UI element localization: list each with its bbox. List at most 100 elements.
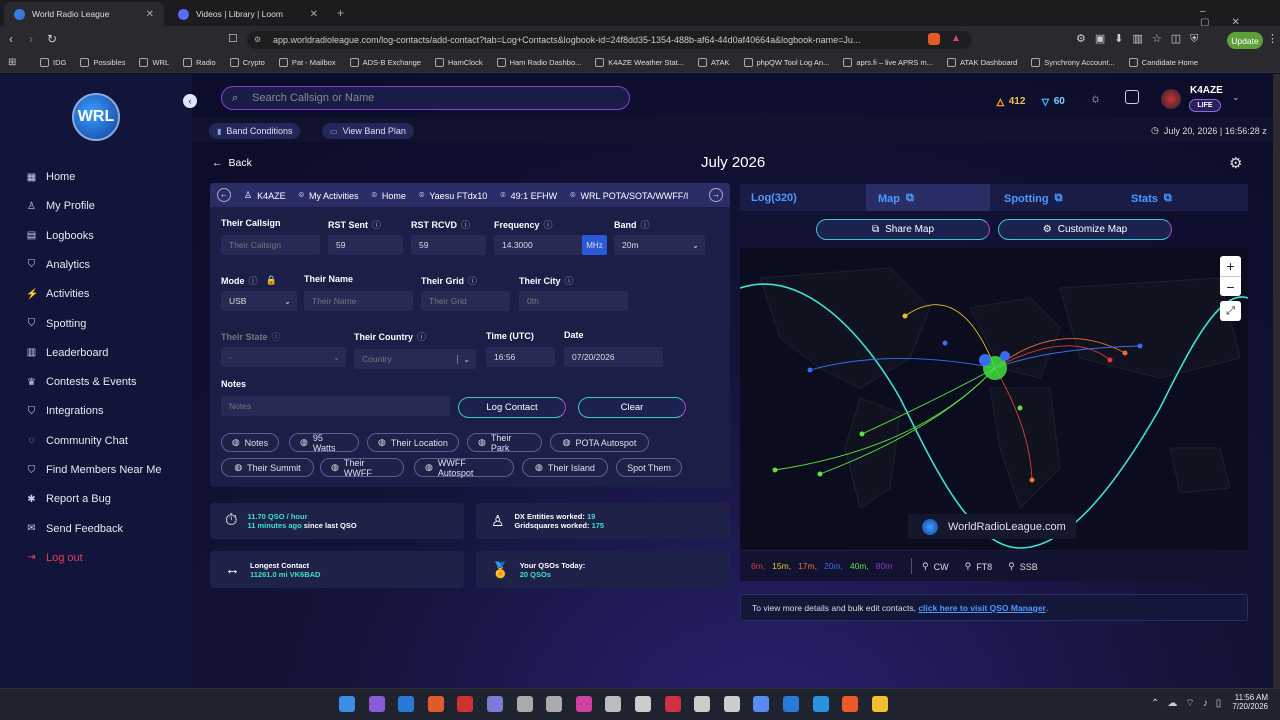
sun-icon[interactable]: ☼ xyxy=(1090,91,1101,105)
customize-map-button[interactable]: ⚙ Customize Map xyxy=(998,219,1172,240)
mode-legend-ssb[interactable]: ⚲ SSB xyxy=(1008,561,1038,572)
wrl-logo[interactable]: WRL xyxy=(72,93,120,141)
chip-spot-them[interactable]: Spot Them xyxy=(616,458,682,477)
terminal-icon[interactable] xyxy=(516,696,533,712)
app-icon[interactable] xyxy=(783,696,799,712)
info-icon[interactable]: ⓘ xyxy=(417,330,426,343)
bookmark-item[interactable]: ATAK xyxy=(698,58,730,67)
their-grid-input[interactable]: Their Grid xyxy=(421,291,510,311)
site-info-icon[interactable]: ⚙ xyxy=(254,35,261,44)
band-legend-40m[interactable]: 40m, xyxy=(850,561,869,571)
bookmark-item[interactable]: aprs.fi – live APRS m... xyxy=(843,58,933,67)
notes-input[interactable]: Notes xyxy=(221,396,450,416)
bookmark-item[interactable]: K4AZE Weather Stat... xyxy=(595,58,684,67)
band-plan-button[interactable]: ▭ View Band Plan xyxy=(322,123,414,139)
back-button[interactable]: ← Back xyxy=(212,157,252,169)
teams-icon[interactable] xyxy=(694,696,711,712)
their-state-select[interactable]: - ⌄ xyxy=(221,347,346,367)
log-contact-button[interactable]: Log Contact xyxy=(458,397,566,418)
taskbar-clock[interactable]: 11:56 AM 7/20/2026 xyxy=(1226,693,1268,711)
app-icon[interactable] xyxy=(753,696,770,712)
lock-icon[interactable]: 🔒 xyxy=(266,275,277,286)
bookmark-item[interactable]: IDG xyxy=(40,58,66,67)
bookmark-item[interactable]: Synchrony Account... xyxy=(1031,58,1115,67)
sidebar-item-logbooks[interactable]: ▤ Logbooks xyxy=(26,230,94,242)
crumb-item[interactable]: ♙ K4AZE xyxy=(244,190,286,201)
new-tab-icon[interactable]: + xyxy=(337,6,344,20)
info-icon[interactable]: ⓘ xyxy=(272,330,281,343)
close-tab-icon[interactable]: ✕ xyxy=(146,9,154,20)
bookmark-item[interactable]: phpQW Tool Log An... xyxy=(743,58,829,67)
search-input[interactable]: ⌕ Search Callsign or Name xyxy=(221,86,630,110)
band-legend-80m[interactable]: 80m xyxy=(876,561,893,571)
their-callsign-input[interactable]: Their Callsign xyxy=(221,235,320,255)
bookmark-item[interactable]: Ham Radio Dashbo... xyxy=(496,58,581,67)
reload-icon[interactable]: ↻ xyxy=(47,32,57,46)
bookmark-item[interactable]: Pat - Mailbox xyxy=(278,58,336,67)
crumb-item[interactable]: ⌾ 49:1 EFHW xyxy=(500,190,557,201)
chip-their-summit[interactable]: ◍ Their Summit xyxy=(221,458,314,477)
file-explorer-icon[interactable] xyxy=(871,696,888,712)
band-legend-20m[interactable]: 20m, xyxy=(824,561,843,571)
bookmark-item[interactable]: ADS-B Exchange xyxy=(349,58,421,67)
sidebar-item-my-profile[interactable]: ♙ My Profile xyxy=(26,200,95,212)
zoom-out-button[interactable]: − xyxy=(1220,276,1241,296)
bookmark-item[interactable]: Candidate Home xyxy=(1128,58,1198,67)
frequency-input[interactable]: 14.3000 xyxy=(494,235,582,255)
slack-icon[interactable] xyxy=(575,696,592,712)
tab-stats[interactable]: Stats ⧉ xyxy=(1131,192,1172,205)
avatar[interactable] xyxy=(1161,89,1181,109)
tab-loom[interactable]: Videos | Library | Loom ✕ xyxy=(168,2,328,26)
bookmark-item[interactable]: Radio xyxy=(183,58,216,67)
scroll-right-icon[interactable]: → xyxy=(709,188,723,202)
window-controls[interactable]: –▢✕ xyxy=(1200,6,1280,28)
tab-spotting[interactable]: Spotting ⧉ xyxy=(1004,192,1062,205)
notepad-icon[interactable] xyxy=(546,696,563,712)
page-scrollbar[interactable] xyxy=(1273,74,1280,688)
contact-map[interactable] xyxy=(740,248,1248,550)
brave-rewards-icon[interactable]: ▲ xyxy=(951,33,961,44)
system-tray-icons[interactable]: ⌃☁⌔♪▯ xyxy=(1151,697,1229,710)
time-input[interactable]: 16:56 xyxy=(486,347,555,367)
band-legend-15m[interactable]: 15m, xyxy=(772,561,791,571)
chip-their-park[interactable]: ◍ Their Park xyxy=(467,433,542,453)
clear-button[interactable]: Clear xyxy=(578,397,686,418)
frequency-unit-toggle[interactable]: MHz xyxy=(582,235,607,255)
notification-icon[interactable] xyxy=(1125,90,1139,104)
chip-their-island[interactable]: ◍ Their Island xyxy=(522,458,608,477)
browser-toolbar-icons[interactable]: ⚙▣⬇▥☆◫⛨ xyxy=(1076,32,1207,46)
visual-studio-icon[interactable] xyxy=(368,696,385,712)
chat-icon[interactable] xyxy=(605,696,622,712)
mode-select[interactable]: USB ⌄ xyxy=(221,291,297,311)
crumb-item[interactable]: ⌾ Yaesu FTdx10 xyxy=(419,190,487,201)
band-legend-6m[interactable]: 6m, xyxy=(751,561,765,571)
brave-icon[interactable] xyxy=(842,696,859,712)
rst-rcvd-input[interactable]: 59 xyxy=(411,235,486,255)
bookmark-item[interactable]: Crypto xyxy=(229,58,265,67)
sidebar-item-log-out[interactable]: ⇥ Log out xyxy=(26,552,82,564)
mode-legend-cw[interactable]: ⚲ CW xyxy=(922,561,949,572)
brave-shield-icon[interactable] xyxy=(928,33,940,45)
sidebar-item-home[interactable]: ▦ Home xyxy=(26,171,76,183)
back-arrow-icon[interactable]: ‹ xyxy=(9,32,13,46)
date-input[interactable]: 07/20/2026 xyxy=(564,347,663,367)
vscode-icon[interactable] xyxy=(398,696,415,712)
sidebar-item-community-chat[interactable]: ◌ Community Chat xyxy=(26,435,128,447)
sidebar-item-find-members-near-me[interactable]: ⛉ Find Members Near Me xyxy=(26,464,162,476)
info-icon[interactable]: ⓘ xyxy=(468,274,477,287)
filezilla-icon[interactable] xyxy=(457,696,474,712)
band-conditions-button[interactable]: ▮ Band Conditions xyxy=(209,123,301,139)
info-icon[interactable]: ⓘ xyxy=(641,218,650,231)
chip-wwff-autospot[interactable]: ◍ WWFF Autospot xyxy=(414,458,514,478)
share-map-button[interactable]: ⧉ Share Map xyxy=(816,219,990,240)
chevron-down-icon[interactable]: ⌄ xyxy=(1232,92,1240,103)
sidebar-item-activities[interactable]: ⚡ Activities xyxy=(26,288,89,300)
info-icon[interactable]: ⓘ xyxy=(461,218,470,231)
sidebar-item-analytics[interactable]: ⛉ Analytics xyxy=(26,259,90,271)
their-name-input[interactable]: Their Name xyxy=(304,291,413,311)
their-country-select[interactable]: Country ⌄ xyxy=(354,349,476,369)
sidebar-item-leaderboard[interactable]: ▥ Leaderboard xyxy=(26,347,109,359)
bookmark-item[interactable]: HamClock xyxy=(434,58,483,67)
app-icon[interactable] xyxy=(427,696,444,712)
band-legend-17m[interactable]: 17m, xyxy=(798,561,817,571)
